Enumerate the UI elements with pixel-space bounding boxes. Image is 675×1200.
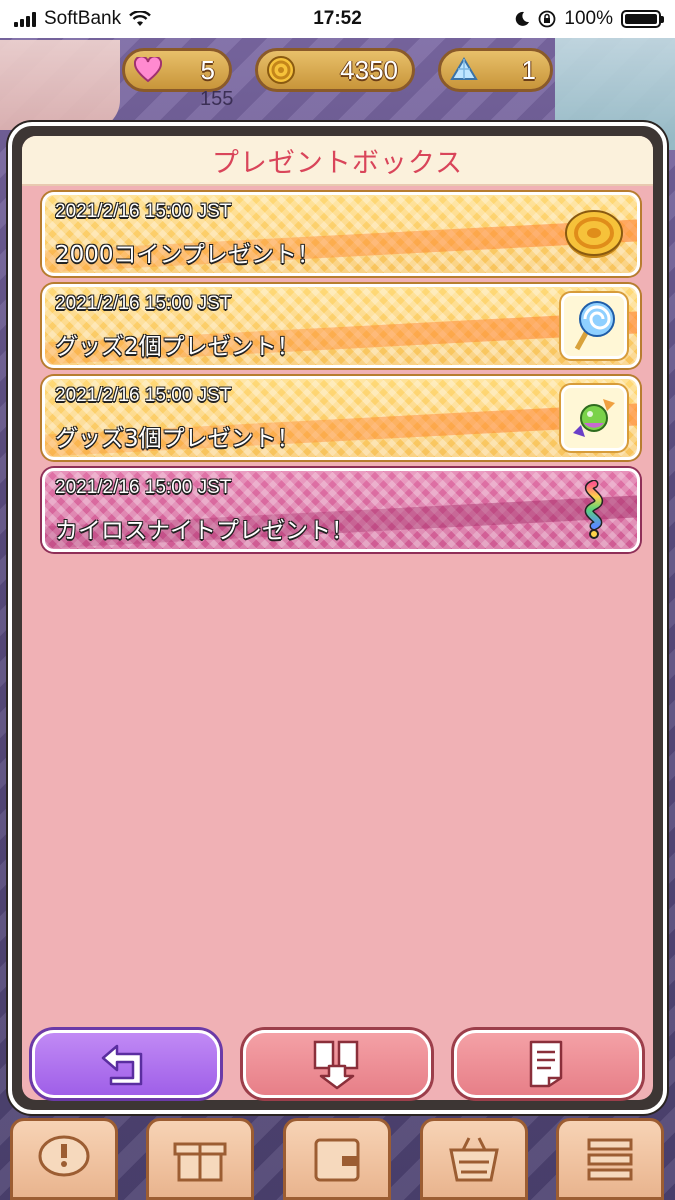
gift-tab[interactable] <box>146 1118 254 1200</box>
hearts-counter[interactable]: 5 <box>122 48 232 92</box>
orientation-lock-icon <box>538 10 556 28</box>
do-not-disturb-moon-icon <box>516 11 530 26</box>
candy-icon <box>561 385 627 451</box>
gift-icon <box>173 1142 227 1182</box>
receive-all-icon <box>313 1040 359 1090</box>
wallet-tab[interactable] <box>283 1118 391 1200</box>
present-date: 2021/2/16 15:00 JST <box>55 201 232 222</box>
battery-icon <box>621 10 664 28</box>
present-label: カイロスナイトプレゼント！ <box>55 518 354 544</box>
heart-icon <box>133 55 163 85</box>
present-item[interactable]: 2021/2/16 15:00 JST 2000コインプレゼント！ <box>42 192 640 276</box>
status-bar: SoftBank 17:52 100% <box>0 0 675 38</box>
menu-icon <box>587 1138 633 1181</box>
present-date: 2021/2/16 15:00 JST <box>55 477 232 498</box>
coins-counter[interactable]: 4350 <box>255 48 415 92</box>
return-arrow-icon <box>101 1044 143 1086</box>
lollipop-icon <box>561 293 627 359</box>
present-label: グッズ3個プレゼント！ <box>55 426 300 452</box>
present-date: 2021/2/16 15:00 JST <box>55 293 232 314</box>
present-label: 2000コインプレゼント！ <box>55 242 320 268</box>
notice-tab[interactable] <box>10 1118 118 1200</box>
rainbow-swirl-icon <box>561 477 627 543</box>
background-level-number: 155 <box>200 88 234 110</box>
present-date: 2021/2/16 15:00 JST <box>55 385 232 406</box>
shop-tab[interactable] <box>420 1118 528 1200</box>
back-button[interactable] <box>32 1030 220 1098</box>
history-list-icon <box>529 1040 563 1088</box>
gem-icon <box>449 55 479 85</box>
present-label: グッズ2個プレゼント！ <box>55 334 300 360</box>
bottom-navigation <box>0 1118 675 1200</box>
speech-alert-icon <box>38 1135 90 1177</box>
present-item[interactable]: 2021/2/16 15:00 JST グッズ2個プレゼント！ <box>42 284 640 368</box>
background-scenery-left <box>0 40 120 130</box>
present-item[interactable]: 2021/2/16 15:00 JST カイロスナイトプレゼント！ <box>42 468 640 552</box>
dialog-title: プレゼントボックス <box>211 147 464 179</box>
receive-all-button[interactable] <box>243 1030 431 1098</box>
shop-basket-icon <box>449 1137 499 1182</box>
hearts-value: 5 <box>200 54 215 85</box>
coins-value: 4350 <box>340 54 398 85</box>
present-box-dialog: プレゼントボックス 2021/2/16 15:00 JST 2000コインプレゼ… <box>8 122 667 1114</box>
coin-icon <box>561 201 627 267</box>
gems-counter[interactable]: 1 <box>438 48 553 92</box>
present-box-panel: プレゼントボックス 2021/2/16 15:00 JST 2000コインプレゼ… <box>22 136 653 1100</box>
present-item[interactable]: 2021/2/16 15:00 JST グッズ3個プレゼント！ <box>42 376 640 460</box>
gems-value: 1 <box>521 54 536 85</box>
menu-tab[interactable] <box>556 1118 664 1200</box>
battery-percent: 100% <box>564 8 613 29</box>
wallet-icon <box>314 1138 360 1182</box>
coin-icon <box>266 55 296 85</box>
history-button[interactable] <box>454 1030 642 1098</box>
dialog-header: プレゼントボックス <box>22 136 653 186</box>
present-list: 2021/2/16 15:00 JST 2000コインプレゼント！ 2021/2… <box>42 192 640 560</box>
